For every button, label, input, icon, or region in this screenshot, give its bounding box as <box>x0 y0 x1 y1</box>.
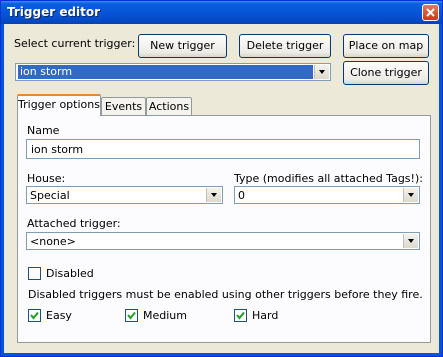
medium-checkbox[interactable] <box>125 309 138 322</box>
new-trigger-button[interactable]: New trigger <box>138 34 227 58</box>
type-value: 0 <box>238 189 245 202</box>
chevron-down-icon[interactable] <box>403 188 418 202</box>
house-label: House: <box>27 172 66 185</box>
chevron-down-icon[interactable] <box>314 65 329 79</box>
trigger-editor-window: Trigger editor Select current trigger: N… <box>0 0 443 357</box>
title-bar[interactable]: Trigger editor <box>1 1 442 24</box>
place-on-map-button[interactable]: Place on map <box>343 34 429 58</box>
clone-trigger-button[interactable]: Clone trigger <box>343 61 429 85</box>
tab-actions[interactable]: Actions <box>146 97 192 116</box>
select-trigger-label: Select current trigger: <box>14 37 136 50</box>
tab-trigger-options[interactable]: Trigger options <box>17 94 101 116</box>
house-value: Special <box>30 189 70 202</box>
checkmark-icon <box>127 311 136 320</box>
name-label: Name <box>27 124 60 137</box>
disabled-note: Disabled triggers must be enabled using … <box>28 288 423 301</box>
attached-trigger-select[interactable]: <none> <box>26 232 420 250</box>
type-label: Type (modifies all attached Tags!): <box>234 172 423 185</box>
delete-trigger-button[interactable]: Delete trigger <box>239 34 331 58</box>
house-select[interactable]: Special <box>26 186 223 204</box>
medium-label: Medium <box>143 309 187 322</box>
current-trigger-value: ion storm <box>18 65 313 79</box>
name-value: ion storm <box>31 143 84 156</box>
close-button[interactable] <box>422 4 439 21</box>
close-icon <box>426 8 435 17</box>
attached-trigger-label: Attached trigger: <box>27 217 121 230</box>
window-border-right <box>439 24 442 356</box>
name-field[interactable]: ion storm <box>26 139 420 159</box>
current-trigger-select[interactable]: ion storm <box>15 63 331 81</box>
easy-checkbox[interactable] <box>28 309 41 322</box>
hard-label: Hard <box>252 309 279 322</box>
hard-checkbox[interactable] <box>234 309 247 322</box>
window-border-bottom <box>1 353 442 356</box>
tab-events[interactable]: Events <box>101 97 146 116</box>
disabled-label: Disabled <box>46 267 94 280</box>
window-title: Trigger editor <box>7 5 101 19</box>
checkmark-icon <box>236 311 245 320</box>
easy-label: Easy <box>46 309 72 322</box>
window-border-left <box>1 24 4 356</box>
chevron-down-icon[interactable] <box>403 234 418 248</box>
type-select[interactable]: 0 <box>234 186 420 204</box>
disabled-checkbox[interactable] <box>28 267 41 280</box>
chevron-down-icon[interactable] <box>206 188 221 202</box>
checkmark-icon <box>30 311 39 320</box>
attached-trigger-value: <none> <box>30 235 76 248</box>
